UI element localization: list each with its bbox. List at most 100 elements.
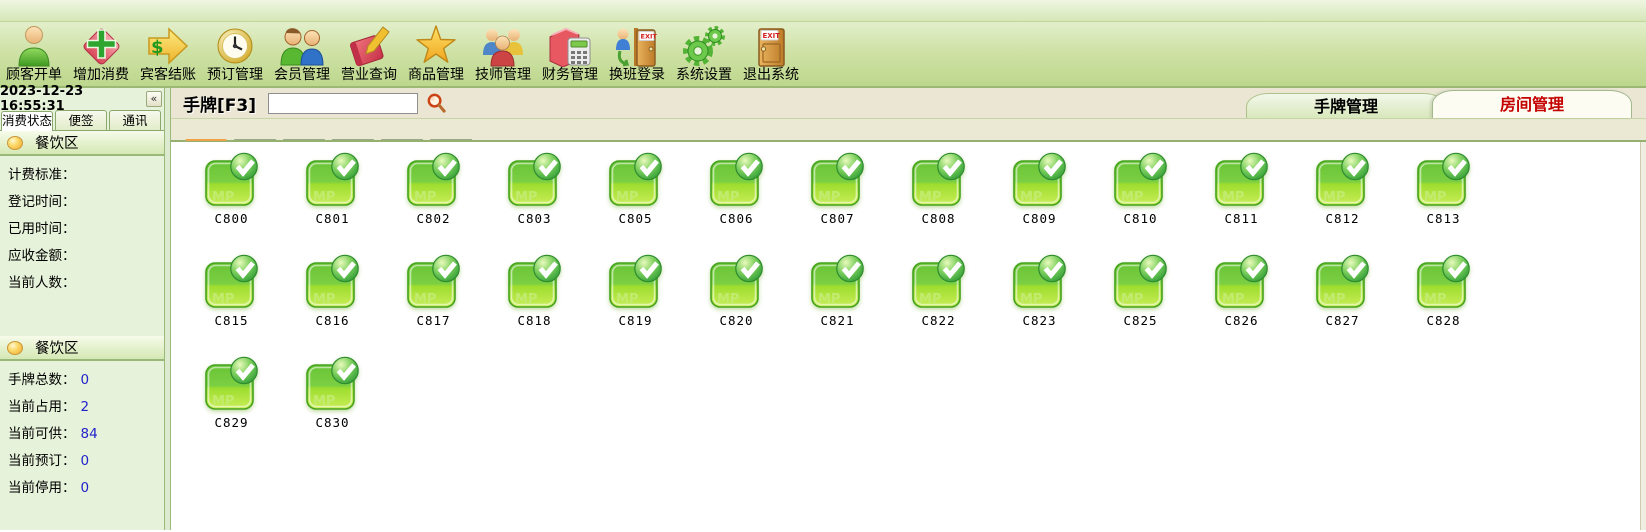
handtag-search-label: 手牌[F3] — [183, 91, 256, 116]
area-tab[interactable] — [283, 139, 325, 140]
tool-label: 商品管理 — [408, 67, 464, 84]
hand-tag[interactable]: MP C810 — [1090, 152, 1191, 226]
tag-available-icon: MP — [1314, 254, 1372, 310]
hand-tag[interactable]: MP C807 — [787, 152, 888, 226]
hand-tag[interactable]: MP C818 — [484, 254, 585, 328]
handtag-search-input[interactable] — [268, 93, 418, 114]
goods-manage-button[interactable]: 商品管理 — [404, 25, 468, 84]
area-tab[interactable] — [185, 139, 227, 141]
hand-tag[interactable]: MP C809 — [989, 152, 1090, 226]
tag-available-icon: MP — [1112, 152, 1170, 208]
tag-available-icon: MP — [809, 254, 867, 310]
hand-tag[interactable]: MP C826 — [1191, 254, 1292, 328]
tag-grid: MP C800 MP — [171, 142, 1646, 430]
tag-label: C827 — [1325, 313, 1359, 328]
exit-door-icon: EXIT — [748, 25, 794, 67]
sidebar-collapse-button[interactable]: « — [146, 91, 162, 107]
svg-text:MP: MP — [1121, 292, 1143, 307]
tag-label: C819 — [618, 313, 652, 328]
tag-label: C830 — [315, 415, 349, 430]
svg-text:MP: MP — [1323, 292, 1345, 307]
add-consumption-button[interactable]: 增加消费 — [69, 25, 133, 84]
guest-checkout-icon: $ — [145, 25, 191, 67]
tool-label: 退出系统 — [743, 67, 799, 84]
booking-manage-button[interactable]: 预订管理 — [203, 25, 267, 84]
tag-available-icon: MP — [304, 356, 362, 412]
sidebar-tab-comms[interactable]: 通讯 — [109, 110, 161, 130]
tag-label: C823 — [1022, 313, 1056, 328]
area-tabbar — [171, 118, 1646, 142]
status-field-row: 当前人数： — [0, 264, 164, 291]
hand-tag[interactable]: MP C800 — [181, 152, 282, 226]
tab-room-manage[interactable]: 房间管理 — [1432, 90, 1632, 118]
summary-field-label: 当前占用： — [8, 399, 76, 415]
hand-tag[interactable]: MP C803 — [484, 152, 585, 226]
tag-available-icon: MP — [708, 254, 766, 310]
hand-tag[interactable]: MP C801 — [282, 152, 383, 226]
tag-label: C818 — [517, 313, 551, 328]
sidebar-splitter[interactable] — [164, 88, 171, 530]
tag-label: C808 — [921, 211, 955, 226]
tag-available-icon: MP — [1415, 254, 1473, 310]
svg-text:MP: MP — [515, 292, 537, 307]
svg-text:MP: MP — [313, 292, 335, 307]
summary-field-label: 当前可供： — [8, 426, 76, 442]
svg-text:MP: MP — [717, 190, 739, 205]
hand-tag[interactable]: MP C808 — [888, 152, 989, 226]
tag-label: C821 — [820, 313, 854, 328]
svg-text:MP: MP — [616, 292, 638, 307]
tag-label: C826 — [1224, 313, 1258, 328]
svg-text:MP: MP — [616, 190, 638, 205]
hand-tag[interactable]: MP C822 — [888, 254, 989, 328]
hand-tag[interactable]: MP C821 — [787, 254, 888, 328]
magnifier-icon[interactable] — [426, 93, 447, 114]
hand-tag[interactable]: MP C819 — [585, 254, 686, 328]
hand-tag[interactable]: MP C806 — [686, 152, 787, 226]
hand-tag[interactable]: MP C830 — [282, 356, 383, 430]
area-tab[interactable] — [332, 139, 374, 140]
hand-tag[interactable]: MP C813 — [1393, 152, 1494, 226]
technicians-manage-button[interactable]: 技师管理 — [471, 25, 535, 84]
summary-field-label: 当前停用： — [8, 480, 76, 496]
menu-bar — [0, 0, 1646, 22]
sidebar-tab-notes[interactable]: 便签 — [55, 110, 107, 130]
svg-text:MP: MP — [1424, 292, 1446, 307]
summary-field-value: 0 — [81, 372, 90, 388]
guest-checkout-button[interactable]: $ 宾客结账 — [136, 25, 200, 84]
sidebar-tab-consume-status[interactable]: 消费状态 — [1, 111, 53, 131]
shift-login-button[interactable]: EXIT 换班登录 — [605, 25, 669, 84]
tool-label: 会员管理 — [274, 67, 330, 84]
status-field-label: 已用时间： — [8, 221, 76, 237]
hand-tag[interactable]: MP C820 — [686, 254, 787, 328]
tab-handtag-manage[interactable]: 手牌管理 — [1246, 93, 1446, 118]
hand-tag[interactable]: MP C802 — [383, 152, 484, 226]
hand-tag[interactable]: MP C812 — [1292, 152, 1393, 226]
hand-tag[interactable]: MP C817 — [383, 254, 484, 328]
hand-tag[interactable]: MP C823 — [989, 254, 1090, 328]
area-tab[interactable] — [234, 139, 276, 140]
hand-tag[interactable]: MP C829 — [181, 356, 282, 430]
business-query-button[interactable]: 营业查询 — [337, 25, 401, 84]
members-manage-button[interactable]: 会员管理 — [270, 25, 334, 84]
hand-tag[interactable]: MP C828 — [1393, 254, 1494, 328]
hand-tag[interactable]: MP C811 — [1191, 152, 1292, 226]
exit-system-button[interactable]: EXIT 退出系统 — [739, 25, 803, 84]
section-ball-icon — [7, 136, 23, 150]
svg-text:MP: MP — [1020, 190, 1042, 205]
area-tab[interactable] — [381, 139, 423, 140]
tool-label: 预订管理 — [207, 67, 263, 84]
tag-available-icon: MP — [304, 152, 362, 208]
system-settings-button[interactable]: 系统设置 — [672, 25, 736, 84]
hand-tag[interactable]: MP C815 — [181, 254, 282, 328]
finance-manage-button[interactable]: 财务管理 — [538, 25, 602, 84]
hand-tag[interactable]: MP C825 — [1090, 254, 1191, 328]
hand-tag[interactable]: MP C816 — [282, 254, 383, 328]
svg-text:MP: MP — [818, 292, 840, 307]
area-tab[interactable] — [430, 139, 472, 140]
hand-tag[interactable]: MP C805 — [585, 152, 686, 226]
toolbar: 顾客开单 增加消费 $ 宾客结账 预订管理 — [0, 22, 1646, 88]
tag-available-icon: MP — [1213, 254, 1271, 310]
hand-tag[interactable]: MP C827 — [1292, 254, 1393, 328]
tag-available-icon: MP — [809, 152, 867, 208]
customer-open-button[interactable]: 顾客开单 — [2, 25, 66, 84]
